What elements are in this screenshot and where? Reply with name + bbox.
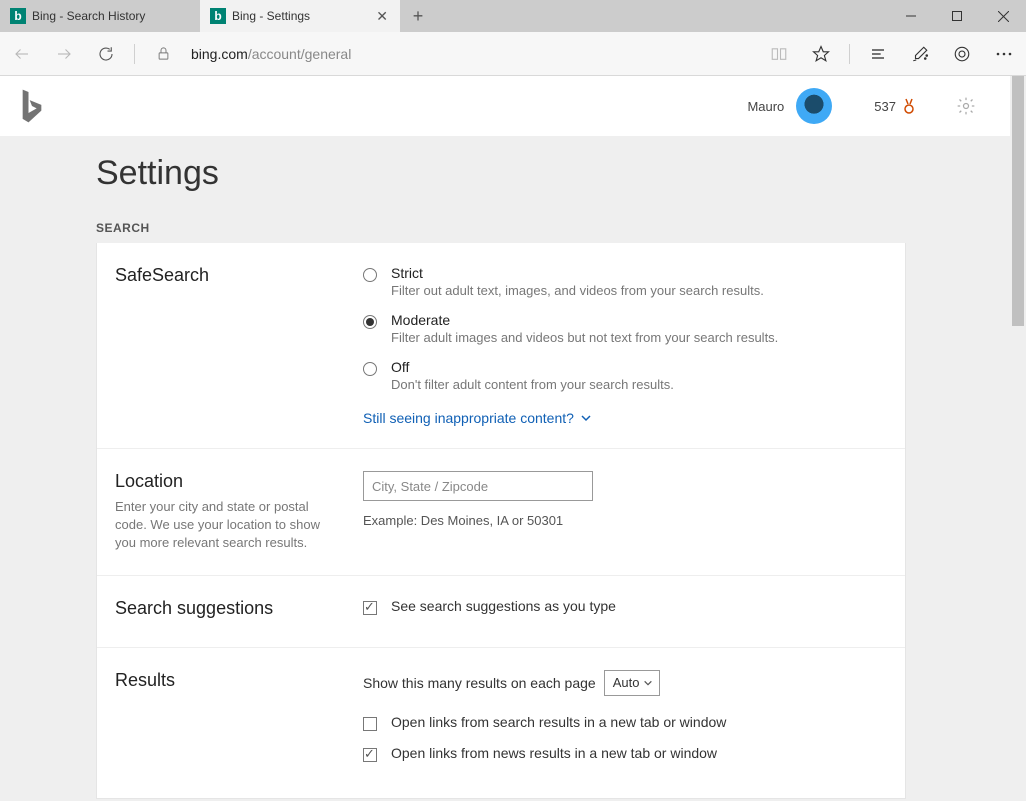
- suggestions-heading: Search suggestions: [115, 598, 343, 619]
- maximize-button[interactable]: [934, 0, 980, 32]
- gear-icon[interactable]: [952, 92, 980, 120]
- bing-logo[interactable]: [18, 86, 46, 126]
- tab-title: Bing - Search History: [32, 9, 190, 23]
- points-value: 537: [874, 99, 896, 114]
- tab-title: Bing - Settings: [232, 9, 368, 23]
- checkbox-icon[interactable]: [363, 717, 377, 731]
- bing-icon: b: [210, 8, 226, 24]
- safesearch-option-moderate[interactable]: Moderate Filter adult images and videos …: [363, 312, 905, 345]
- checkbox-label: Open links from news results in a new ta…: [391, 745, 717, 761]
- vertical-scrollbar[interactable]: [1010, 76, 1026, 801]
- notes-button[interactable]: [906, 40, 934, 68]
- back-button[interactable]: [8, 40, 36, 68]
- username[interactable]: Mauro: [747, 99, 784, 114]
- scrollbar-thumb[interactable]: [1012, 76, 1024, 326]
- settings-panel: SafeSearch Strict Filter out adult text,…: [96, 243, 906, 799]
- separator: [849, 44, 850, 64]
- bing-header: Mauro 537: [0, 76, 1010, 136]
- radio-icon[interactable]: [363, 315, 377, 329]
- option-desc: Don't filter adult content from your sea…: [391, 377, 674, 392]
- safesearch-report-link[interactable]: Still seeing inappropriate content?: [363, 410, 592, 426]
- row-safesearch: SafeSearch Strict Filter out adult text,…: [97, 243, 905, 449]
- safesearch-option-strict[interactable]: Strict Filter out adult text, images, an…: [363, 265, 905, 298]
- url-host: bing.com: [191, 46, 248, 62]
- medal-icon: [902, 98, 916, 114]
- tab-settings[interactable]: b Bing - Settings ✕: [200, 0, 400, 32]
- location-example: Example: Des Moines, IA or 50301: [363, 513, 905, 528]
- suggestions-checkbox-row[interactable]: See search suggestions as you type: [363, 598, 905, 615]
- checkbox-icon[interactable]: [363, 748, 377, 762]
- radio-icon[interactable]: [363, 268, 377, 282]
- checkbox-label: See search suggestions as you type: [391, 598, 616, 614]
- location-heading: Location: [115, 471, 343, 492]
- open-news-new-checkbox[interactable]: Open links from news results in a new ta…: [363, 745, 905, 762]
- bing-icon: b: [10, 8, 26, 24]
- refresh-button[interactable]: [92, 40, 120, 68]
- close-window-button[interactable]: [980, 0, 1026, 32]
- avatar[interactable]: [796, 88, 832, 124]
- option-title: Moderate: [391, 312, 778, 328]
- results-heading: Results: [115, 670, 343, 691]
- more-button[interactable]: [990, 40, 1018, 68]
- url-path: /account/general: [248, 46, 352, 62]
- open-search-new-checkbox[interactable]: Open links from search results in a new …: [363, 714, 905, 731]
- safesearch-heading: SafeSearch: [115, 265, 343, 286]
- section-search-label: SEARCH: [96, 221, 1010, 235]
- location-input[interactable]: [363, 471, 593, 501]
- checkbox-label: Open links from search results in a new …: [391, 714, 726, 730]
- link-text: Still seeing inappropriate content?: [363, 410, 574, 426]
- reading-view-button[interactable]: [765, 40, 793, 68]
- lock-icon[interactable]: [149, 40, 177, 68]
- separator: [134, 44, 135, 64]
- tab-search-history[interactable]: b Bing - Search History: [0, 0, 200, 32]
- rewards-points[interactable]: 537: [874, 98, 916, 114]
- page-viewport: Mauro 537 Settings SEARCH SafeSearch: [0, 76, 1026, 801]
- close-icon[interactable]: ✕: [374, 8, 390, 25]
- page-title: Settings: [96, 136, 1010, 193]
- select-value: Auto: [613, 675, 640, 690]
- new-tab-button[interactable]: +: [400, 0, 436, 32]
- checkbox-icon[interactable]: [363, 601, 377, 615]
- chevron-down-icon: [580, 412, 592, 424]
- browser-titlebar: b Bing - Search History b Bing - Setting…: [0, 0, 1026, 32]
- share-button[interactable]: [948, 40, 976, 68]
- hub-button[interactable]: [864, 40, 892, 68]
- chevron-down-icon: [643, 678, 653, 688]
- results-perpage-label: Show this many results on each page: [363, 675, 596, 691]
- option-title: Strict: [391, 265, 764, 281]
- row-results: Results Show this many results on each p…: [97, 648, 905, 798]
- location-desc: Enter your city and state or postal code…: [115, 498, 343, 553]
- row-suggestions: Search suggestions See search suggestion…: [97, 576, 905, 648]
- safesearch-option-off[interactable]: Off Don't filter adult content from your…: [363, 359, 905, 392]
- option-desc: Filter adult images and videos but not t…: [391, 330, 778, 345]
- row-location: Location Enter your city and state or po…: [97, 449, 905, 576]
- results-perpage-select[interactable]: Auto: [604, 670, 661, 696]
- option-title: Off: [391, 359, 674, 375]
- window-controls: [888, 0, 1026, 32]
- favorite-button[interactable]: [807, 40, 835, 68]
- option-desc: Filter out adult text, images, and video…: [391, 283, 764, 298]
- address-bar[interactable]: bing.com/account/general: [191, 46, 751, 62]
- radio-icon[interactable]: [363, 362, 377, 376]
- minimize-button[interactable]: [888, 0, 934, 32]
- browser-toolbar: bing.com/account/general: [0, 32, 1026, 76]
- forward-button[interactable]: [50, 40, 78, 68]
